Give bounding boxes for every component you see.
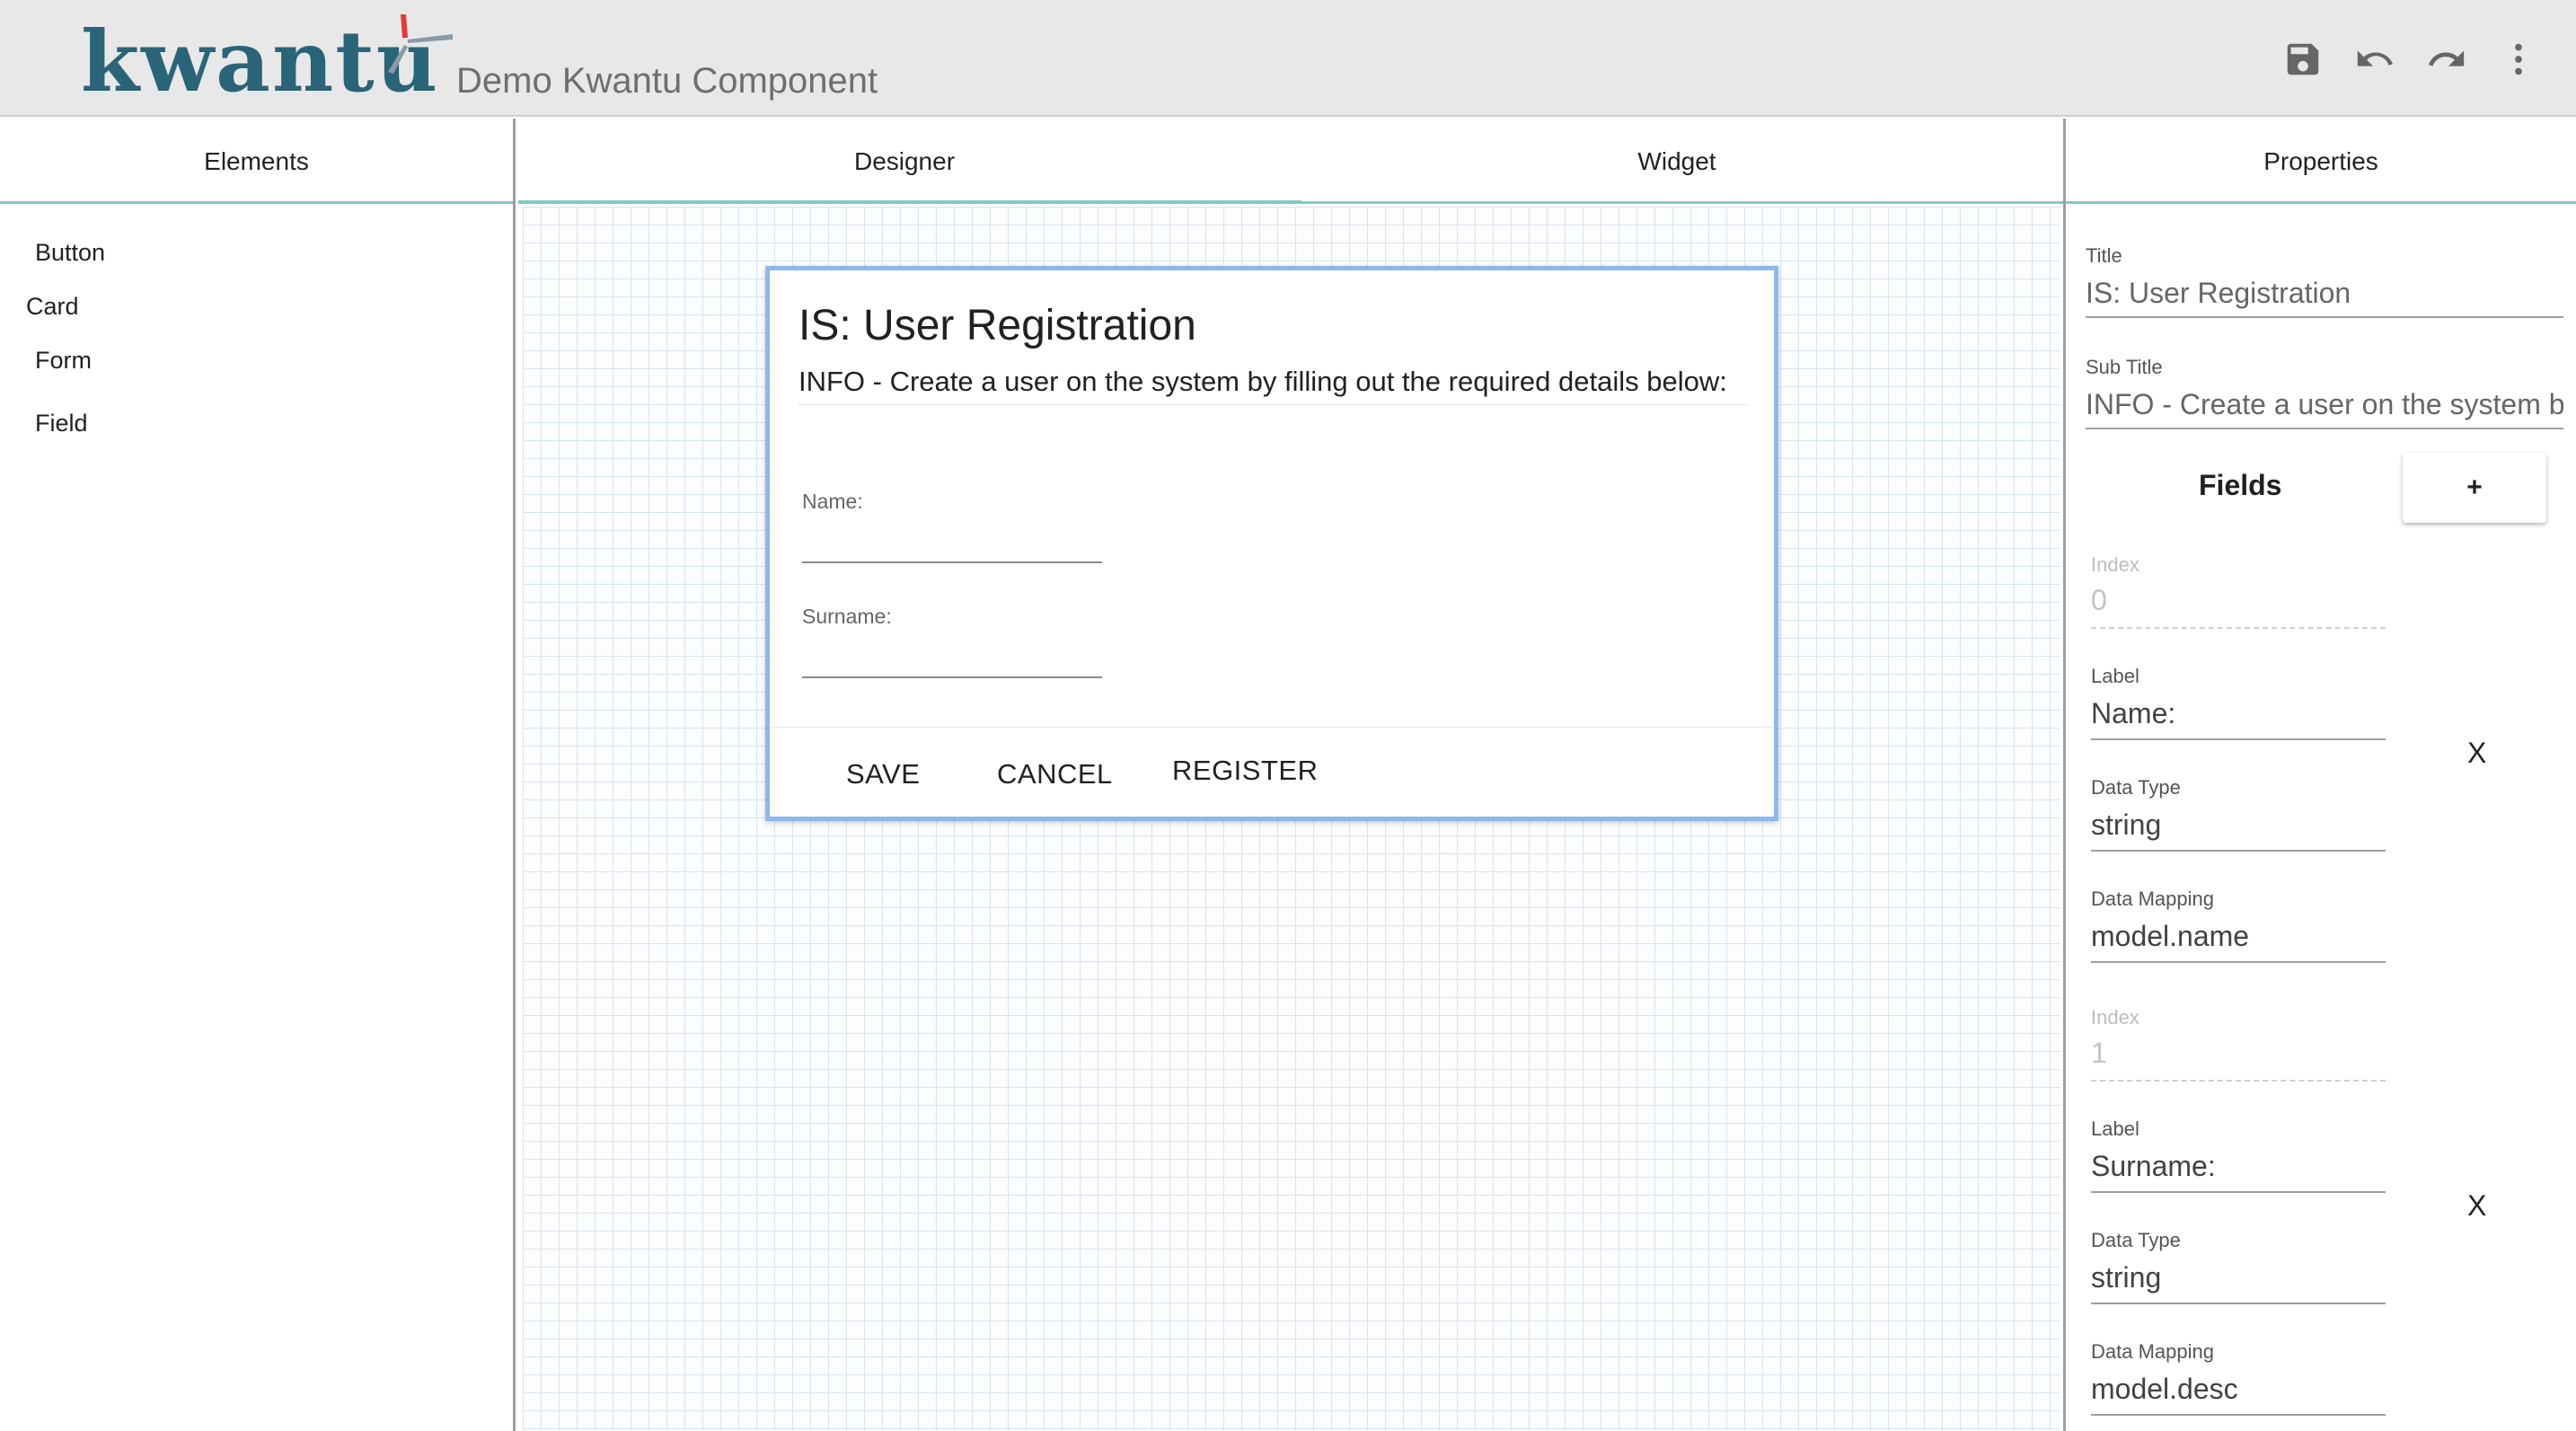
surname-field-input[interactable] bbox=[802, 676, 1102, 678]
fields-heading: Fields bbox=[2199, 469, 2282, 501]
registration-card[interactable]: IS: User Registration INFO - Create a us… bbox=[765, 266, 1778, 821]
tab-properties[interactable]: Properties bbox=[2066, 119, 2576, 204]
field0-index-value: 0 bbox=[2091, 584, 2107, 616]
undo-icon[interactable] bbox=[2350, 34, 2400, 84]
title-prop-underline bbox=[2086, 316, 2563, 318]
element-item-field[interactable]: Field bbox=[35, 410, 88, 437]
cancel-button[interactable]: CANCEL bbox=[997, 758, 1113, 791]
designer-tabbar: Designer Widget bbox=[518, 119, 2063, 204]
field0-index-label: Index bbox=[2091, 553, 2139, 576]
element-item-button[interactable]: Button bbox=[35, 239, 105, 267]
subtitle-prop-label: Sub Title bbox=[2086, 356, 2163, 378]
field1-index-value: 1 bbox=[2091, 1037, 2107, 1069]
field1-type-label: Data Type bbox=[2091, 1229, 2181, 1251]
surname-field-label: Surname: bbox=[802, 605, 892, 628]
field0-mapping-label: Data Mapping bbox=[2091, 888, 2214, 910]
elements-tabbar: Elements bbox=[0, 119, 513, 204]
field0-type-underline bbox=[2091, 850, 2386, 852]
logo-mark-icon bbox=[388, 14, 453, 74]
field1-index-label: Index bbox=[2091, 1006, 2139, 1029]
more-vert-icon[interactable] bbox=[2493, 34, 2544, 84]
subtitle-prop-underline bbox=[2086, 428, 2563, 429]
field0-type-label: Data Type bbox=[2091, 776, 2181, 799]
title-prop-label: Title bbox=[2086, 244, 2122, 267]
element-item-card[interactable]: Card bbox=[26, 293, 79, 321]
tab-widget[interactable]: Widget bbox=[1291, 119, 2063, 204]
field0-type-input[interactable]: string bbox=[2091, 808, 2386, 842]
remove-field1-button[interactable]: X bbox=[2467, 1189, 2486, 1223]
field1-index-underline bbox=[2091, 1080, 2386, 1082]
title-prop-input[interactable]: IS: User Registration bbox=[2086, 277, 2563, 310]
redo-icon[interactable] bbox=[2422, 34, 2472, 84]
tab-designer[interactable]: Designer bbox=[518, 119, 1291, 204]
field0-mapping-input[interactable]: model.name bbox=[2091, 920, 2386, 953]
subtitle-prop-input[interactable]: INFO - Create a user on the system by fi… bbox=[2086, 388, 2563, 421]
field1-label-label: Label bbox=[2091, 1117, 2139, 1140]
app-header: kwantu Demo Kwantu Component bbox=[0, 0, 2576, 117]
name-field-label: Name: bbox=[802, 490, 863, 513]
elements-panel: Elements Button Card Form Field bbox=[0, 119, 516, 1431]
field1-type-input[interactable]: string bbox=[2091, 1261, 2386, 1294]
field1-label-underline bbox=[2091, 1191, 2386, 1193]
active-tab-indicator bbox=[518, 200, 1301, 204]
field0-mapping-underline bbox=[2091, 961, 2386, 963]
field1-mapping-underline bbox=[2091, 1414, 2386, 1416]
properties-tabbar: Properties bbox=[2066, 119, 2576, 204]
add-field-button[interactable]: + bbox=[2403, 453, 2546, 523]
card-actions-divider bbox=[770, 727, 1774, 728]
card-title: IS: User Registration bbox=[798, 302, 1196, 349]
save-icon[interactable] bbox=[2278, 34, 2328, 84]
element-item-form[interactable]: Form bbox=[35, 347, 92, 375]
field1-mapping-input[interactable]: model.desc bbox=[2091, 1373, 2386, 1406]
field0-label-underline bbox=[2091, 738, 2386, 740]
card-subtitle: INFO - Create a user on the system by fi… bbox=[798, 366, 1727, 397]
field0-label-input[interactable]: Name: bbox=[2091, 697, 2386, 730]
field1-label-input[interactable]: Surname: bbox=[2091, 1150, 2386, 1183]
tab-elements[interactable]: Elements bbox=[0, 119, 513, 204]
field0-label-label: Label bbox=[2091, 665, 2139, 687]
remove-field0-button[interactable]: X bbox=[2467, 737, 2486, 770]
properties-panel: Properties Title IS: User Registration S… bbox=[2063, 119, 2576, 1431]
field1-type-underline bbox=[2091, 1303, 2386, 1304]
app-title: Demo Kwantu Component bbox=[456, 61, 878, 101]
field1-mapping-label: Data Mapping bbox=[2091, 1340, 2214, 1363]
kwantu-logo: kwantu bbox=[81, 11, 458, 110]
register-button[interactable]: REGISTER bbox=[1172, 755, 1318, 787]
save-button[interactable]: SAVE bbox=[846, 758, 920, 791]
field0-index-underline bbox=[2091, 627, 2386, 629]
card-divider bbox=[798, 404, 1747, 405]
name-field-input[interactable] bbox=[802, 561, 1102, 563]
